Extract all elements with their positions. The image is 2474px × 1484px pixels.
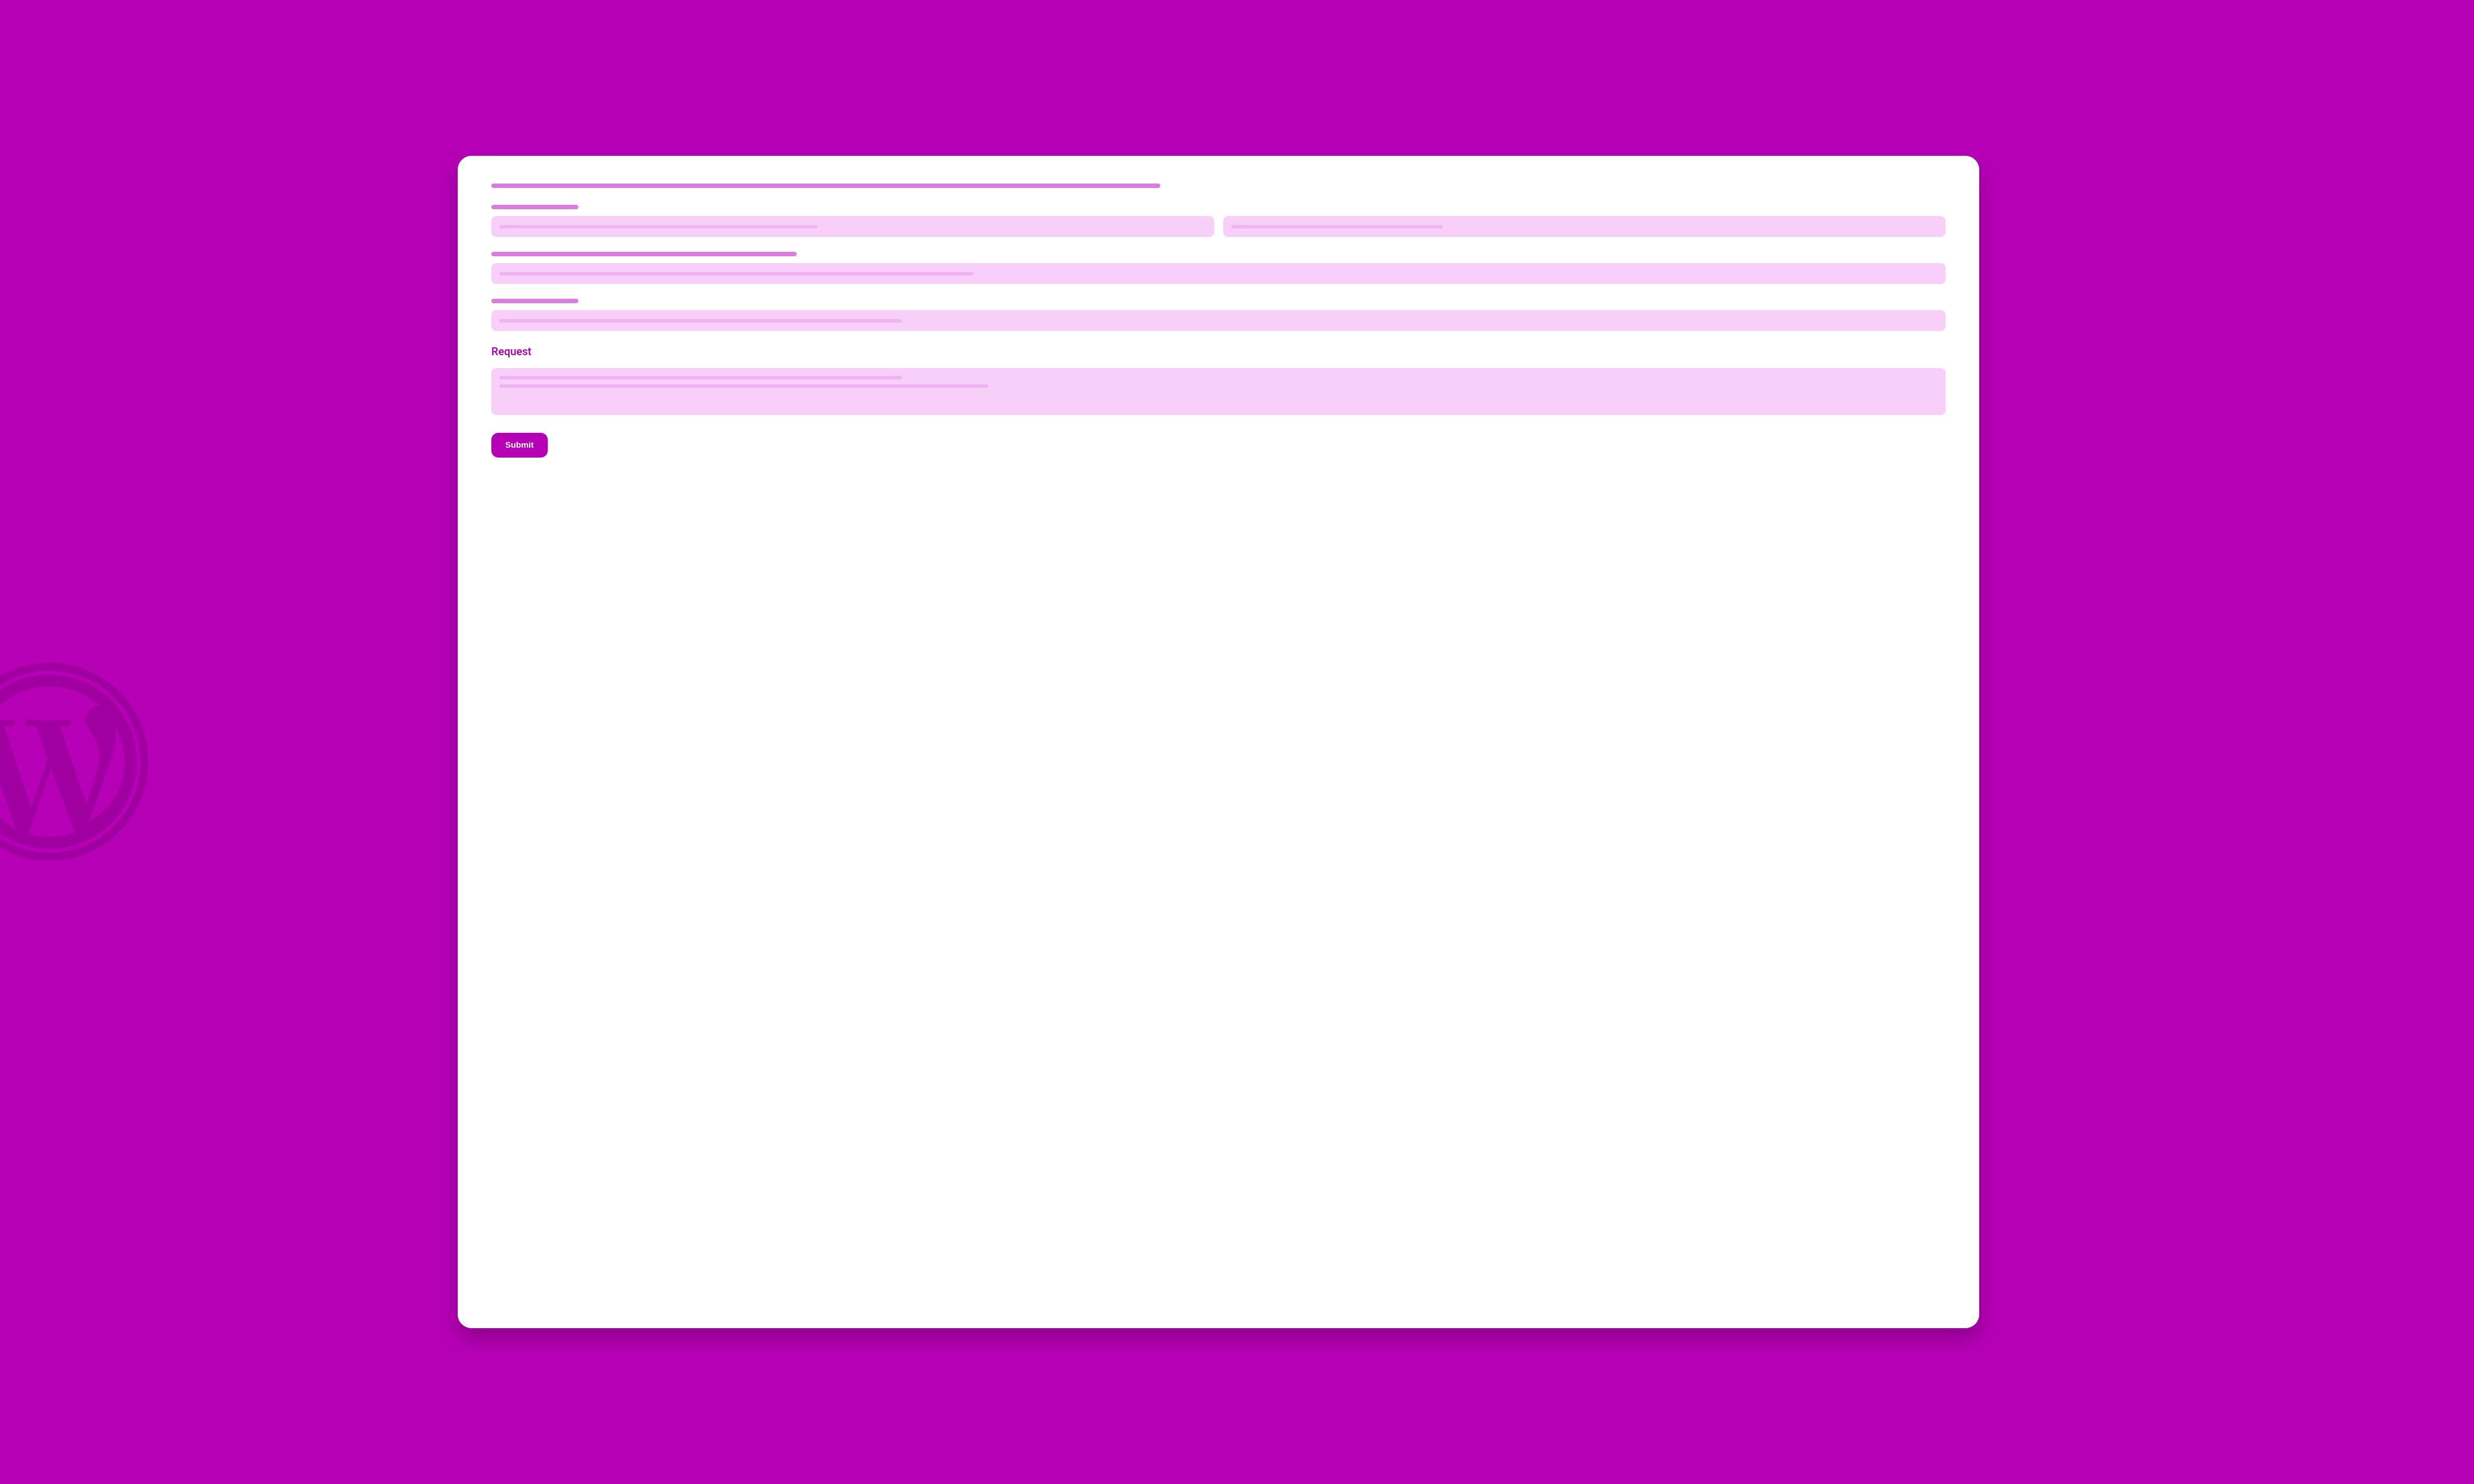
subject-input[interactable] (491, 310, 1946, 331)
request-textarea[interactable] (491, 368, 1946, 415)
first-name-input[interactable] (491, 216, 1214, 237)
submit-button[interactable]: Submit (491, 433, 548, 458)
email-label-placeholder (491, 252, 797, 256)
email-input[interactable] (491, 263, 1946, 284)
last-name-input[interactable] (1223, 216, 1946, 237)
wordpress-logo-icon (0, 663, 148, 861)
input-placeholder (499, 272, 974, 276)
textarea-line-placeholder (499, 376, 902, 379)
input-placeholder (1231, 225, 1443, 229)
input-placeholder (499, 319, 902, 323)
input-placeholder (499, 225, 817, 229)
textarea-line-placeholder (499, 384, 988, 388)
form-card: Request Submit (458, 156, 1979, 1328)
name-label-placeholder (491, 205, 578, 209)
subject-label-placeholder (491, 299, 578, 303)
request-label: Request (491, 346, 1946, 358)
form-title-placeholder (491, 184, 1160, 188)
